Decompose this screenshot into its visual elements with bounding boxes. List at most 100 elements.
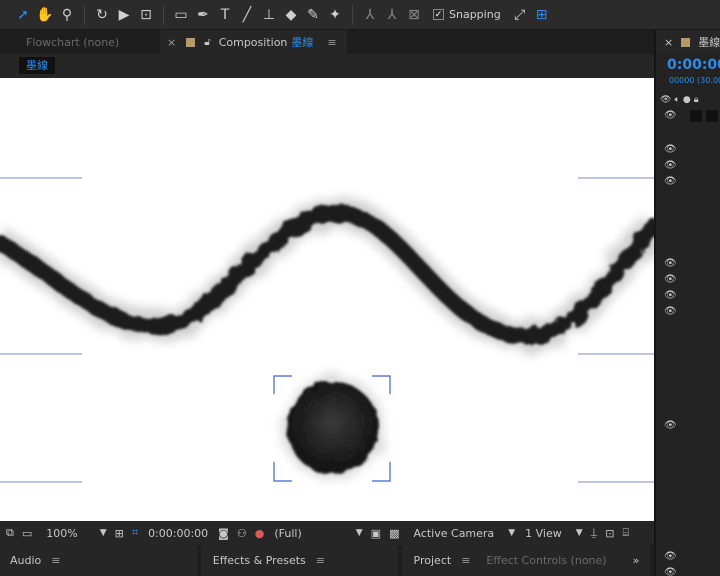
toggle-pixel-aspect-icon[interactable]: ⍊ bbox=[591, 526, 598, 540]
transparency-grid-icon[interactable]: ⌗ bbox=[132, 526, 138, 540]
tab-effects-presets[interactable]: Effects & Presets ≡ bbox=[200, 545, 398, 576]
view-layout-select[interactable]: 1 View bbox=[525, 527, 562, 540]
composition-canvas[interactable] bbox=[0, 78, 654, 521]
view-axis-tool-icon[interactable]: ⊠ bbox=[403, 4, 425, 26]
show-snapshot-icon[interactable]: ⚇ bbox=[237, 527, 247, 540]
current-time[interactable]: 0:00:00:00 bbox=[148, 527, 208, 540]
layer-visibility-eye-icon[interactable]: 👁︎ bbox=[664, 144, 677, 156]
comp-color-swatch bbox=[681, 37, 691, 47]
view-layout-dropdown-icon[interactable]: ▼ bbox=[576, 528, 583, 538]
tab-flowchart-label: Flowchart (none) bbox=[26, 35, 120, 49]
video-column-eye-icon[interactable]: 👁︎ bbox=[660, 95, 671, 105]
tab-audio[interactable]: Audio ≡ bbox=[0, 545, 197, 576]
camera-view-select[interactable]: Active Camera bbox=[413, 527, 494, 540]
viewer-control-bar: ⧉ ▭ 100% ▼ ⊞ ⌗ 0:00:00:00 ◙ ⚇ ● (Full) ▼… bbox=[0, 521, 654, 545]
toolbar-divider bbox=[163, 4, 164, 25]
tab-composition-name: 墨線 bbox=[291, 36, 314, 49]
puppet-pin-tool-icon[interactable]: ✦ bbox=[324, 4, 346, 26]
timeline-panel-icon[interactable]: ⊡ bbox=[605, 527, 614, 540]
tab-flowchart[interactable]: Flowchart (none) bbox=[0, 30, 160, 54]
zoom-level[interactable]: 100% bbox=[46, 527, 77, 540]
always-preview-icon[interactable]: ⧉ bbox=[6, 526, 14, 540]
fast-previews-icon[interactable]: ▣ bbox=[371, 527, 381, 540]
tab-effects-presets-label: Effects & Presets bbox=[212, 554, 306, 567]
lock-column-icon[interactable]: 🔒︎ bbox=[694, 95, 699, 105]
layer-visibility-eye-icon[interactable]: 👁︎ bbox=[664, 567, 677, 576]
resolution-select[interactable]: (Full) bbox=[274, 527, 301, 540]
world-axis-tool-icon[interactable]: ⅄ bbox=[381, 4, 403, 26]
composition-breadcrumb-bar: 墨線 bbox=[0, 54, 654, 78]
viewer-tab-bar: Flowchart (none) × 🔓︎ Composition 墨線 ≡ bbox=[0, 30, 654, 54]
clone-stamp-tool-icon[interactable]: ⊥ bbox=[258, 4, 280, 26]
zoom-tool-icon[interactable]: ⚲ bbox=[56, 4, 78, 26]
ink-wave-haze bbox=[0, 198, 654, 352]
flowchart-icon[interactable]: ⌸ bbox=[622, 526, 629, 540]
resolution-dropdown-icon[interactable]: ▼ bbox=[356, 528, 363, 538]
snap-edges-icon[interactable]: ⤢ bbox=[509, 4, 531, 26]
snap-features-icon[interactable]: ⊞ bbox=[531, 4, 553, 26]
local-axis-tool-icon[interactable]: ⅄ bbox=[359, 4, 381, 26]
snapping-label: Snapping bbox=[449, 8, 501, 21]
tab-project-label: Project bbox=[413, 554, 452, 567]
layer-visibility-eye-icon[interactable]: 👁︎ bbox=[664, 274, 677, 286]
breadcrumb[interactable]: 墨線 bbox=[19, 57, 55, 74]
tab-timeline[interactable]: × 墨線 bbox=[656, 30, 720, 54]
panel-menu-icon[interactable]: ≡ bbox=[327, 36, 336, 49]
unlock-icon[interactable]: 🔓︎ bbox=[204, 37, 210, 48]
type-tool-icon[interactable]: T bbox=[214, 4, 236, 26]
region-of-interest-icon[interactable]: ⊞ bbox=[115, 527, 124, 540]
color-channels-icon[interactable]: ● bbox=[255, 527, 265, 540]
tab-composition[interactable]: × 🔓︎ Composition 墨線 ≡ bbox=[160, 30, 347, 54]
pen-tool-icon[interactable]: ✒ bbox=[192, 4, 214, 26]
layer-visibility-eye-icon[interactable]: 👁︎ bbox=[664, 160, 677, 172]
timeline-current-time[interactable]: 0:00:00 bbox=[667, 57, 720, 73]
panel-menu-icon[interactable]: ≡ bbox=[316, 554, 325, 567]
timeline-frame-count: 00000 (30.00 bbox=[669, 76, 720, 85]
solo-column-dot-icon[interactable]: ● bbox=[683, 95, 691, 105]
tab-composition-prefix: Composition bbox=[218, 35, 288, 49]
layer-visibility-eye-icon[interactable]: 👁︎ bbox=[664, 551, 677, 563]
layer-visibility-eye-icon[interactable]: 👁︎ bbox=[664, 420, 677, 432]
layer-visibility-eye-icon[interactable]: 👁︎ bbox=[664, 110, 677, 122]
tab-project[interactable]: Project ≡ Effect Controls (none) » bbox=[401, 545, 650, 576]
timeline-comp-name: 墨線 bbox=[698, 36, 720, 49]
snapping-toggle[interactable]: ✓ Snapping bbox=[433, 8, 501, 21]
tools-toolbar: ➚ ✋ ⚲ ↻ ▶ ⊡ ▭ ✒ T ╱ ⊥ ◆ ✎ ✦ ⅄ ⅄ ⊠ ✓ Snap… bbox=[0, 0, 720, 30]
layer-visibility-eye-icon[interactable]: 👁︎ bbox=[664, 306, 677, 318]
toolbar-divider bbox=[352, 4, 353, 25]
layer-visibility-eye-icon[interactable]: 👁︎ bbox=[664, 290, 677, 302]
layer-switches-header: 👁︎ 🔈︎ ● 🔒︎ bbox=[660, 93, 720, 107]
toggle-transparency-icon[interactable]: ▩ bbox=[389, 527, 399, 540]
audio-column-speaker-icon[interactable]: 🔈︎ bbox=[674, 95, 679, 105]
vr-preview-icon[interactable]: ▭ bbox=[22, 527, 32, 540]
tab-effect-controls[interactable]: Effect Controls (none) bbox=[486, 554, 606, 567]
layer-label-swatch bbox=[690, 110, 702, 122]
close-icon[interactable]: × bbox=[664, 36, 673, 49]
eraser-tool-icon[interactable]: ◆ bbox=[280, 4, 302, 26]
panel-menu-icon[interactable]: ≡ bbox=[51, 554, 60, 567]
zoom-dropdown-icon[interactable]: ▼ bbox=[100, 528, 107, 538]
bottom-panel-strip: Audio ≡ Effects & Presets ≡ Project ≡ Ef… bbox=[0, 545, 654, 576]
hand-tool-icon[interactable]: ✋ bbox=[34, 4, 56, 26]
layer-visibility-eye-icon[interactable]: 👁︎ bbox=[664, 258, 677, 270]
brush-tool-icon[interactable]: ╱ bbox=[236, 4, 258, 26]
camera-tool-icon[interactable]: ▶ bbox=[113, 4, 135, 26]
pan-behind-tool-icon[interactable]: ⊡ bbox=[135, 4, 157, 26]
panel-overflow-icon[interactable]: » bbox=[633, 554, 640, 567]
camera-snapshot-icon[interactable]: ◙ bbox=[218, 527, 229, 540]
panel-menu-icon[interactable]: ≡ bbox=[461, 554, 470, 567]
timeline-panel: × 墨線 0:00:00 00000 (30.00 👁︎ 🔈︎ ● 🔒︎ 👁︎ … bbox=[654, 30, 720, 576]
rotate-tool-icon[interactable]: ↻ bbox=[91, 4, 113, 26]
comp-color-swatch bbox=[186, 37, 196, 47]
snapping-checkbox[interactable]: ✓ bbox=[433, 9, 444, 20]
toolbar-divider bbox=[84, 4, 85, 25]
rectangle-tool-icon[interactable]: ▭ bbox=[170, 4, 192, 26]
ink-dot bbox=[287, 382, 379, 474]
camera-dropdown-icon[interactable]: ▼ bbox=[508, 528, 515, 538]
layer-visibility-eye-icon[interactable]: 👁︎ bbox=[664, 176, 677, 188]
composition-artwork bbox=[0, 177, 654, 483]
selection-tool-icon[interactable]: ➚ bbox=[12, 4, 34, 26]
roto-brush-tool-icon[interactable]: ✎ bbox=[302, 4, 324, 26]
close-icon[interactable]: × bbox=[167, 36, 176, 49]
tab-audio-label: Audio bbox=[10, 554, 42, 567]
